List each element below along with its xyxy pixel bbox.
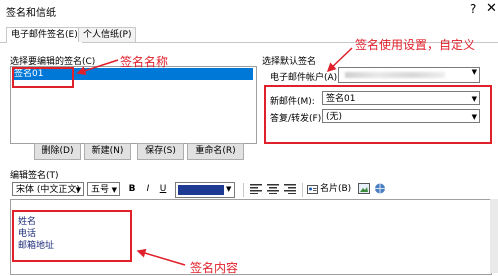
arrow-to-name: [76, 59, 119, 75]
annotation-arrows: [76, 47, 353, 266]
arrow-to-content: [136, 248, 186, 266]
arrow-to-settings: [326, 47, 353, 73]
